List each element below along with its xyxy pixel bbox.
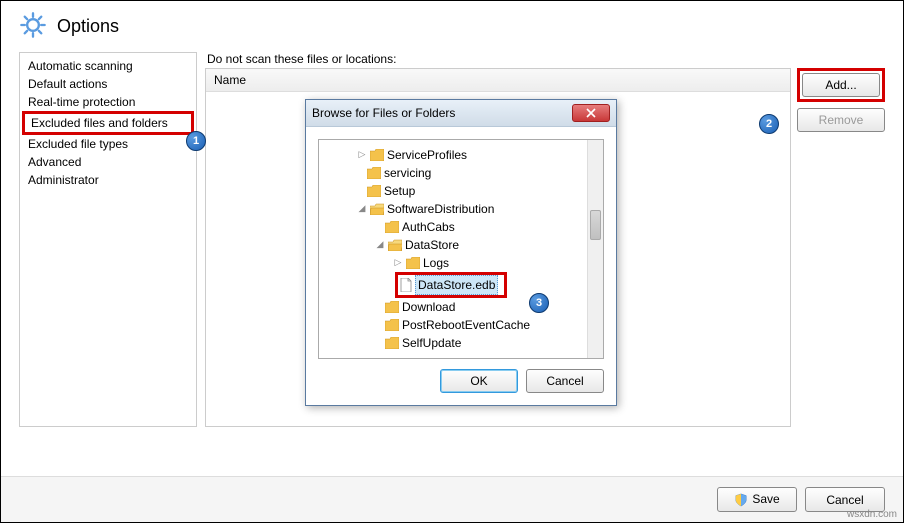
expander-collapse-icon[interactable]: ◢ <box>375 238 385 252</box>
gear-icon <box>19 11 47 42</box>
tree-item-setup[interactable]: Setup <box>323 182 599 200</box>
callout-badge-1: 1 <box>186 131 206 151</box>
close-button[interactable] <box>572 104 610 122</box>
page-title: Options <box>57 16 119 37</box>
folder-icon <box>385 221 399 233</box>
expander-icon[interactable]: ▷ <box>357 148 367 162</box>
section-label: Do not scan these files or locations: <box>205 52 885 66</box>
folder-tree[interactable]: ▷ ServiceProfiles servicing Setup ◢ <box>318 139 604 359</box>
dialog-titlebar[interactable]: Browse for Files or Folders <box>306 100 616 127</box>
dialog-title: Browse for Files or Folders <box>312 106 455 120</box>
sidebar-item-automatic-scanning[interactable]: Automatic scanning <box>22 57 194 75</box>
dialog-cancel-button[interactable]: Cancel <box>526 369 604 393</box>
tree-item-softwaredistribution[interactable]: ◢ SoftwareDistribution <box>323 200 599 218</box>
footnote: wsxdn.com <box>847 509 897 520</box>
folder-open-icon <box>370 203 384 215</box>
tree-item-datastore[interactable]: ◢ DataStore <box>323 236 599 254</box>
folder-icon <box>370 149 384 161</box>
sidebar-item-excluded-files-and-folders[interactable]: Excluded files and folders <box>22 111 194 135</box>
scrollbar[interactable] <box>587 140 603 358</box>
sidebar-item-administrator[interactable]: Administrator <box>22 171 194 189</box>
window-header: Options <box>1 1 903 52</box>
remove-button: Remove <box>797 108 885 132</box>
dialog-body: ▷ ServiceProfiles servicing Setup ◢ <box>306 127 616 405</box>
dialog-button-row: OK Cancel <box>318 369 604 393</box>
sidebar-item-real-time-protection[interactable]: Real-time protection <box>22 93 194 111</box>
save-label: Save <box>752 492 779 506</box>
options-window: Options Automatic scanning Default actio… <box>1 1 903 522</box>
bottom-bar: Save Cancel <box>1 476 903 522</box>
sidebar-item-excluded-file-types[interactable]: Excluded file types <box>22 135 194 153</box>
folder-icon <box>385 337 399 349</box>
tree-item-servicing[interactable]: servicing <box>323 164 599 182</box>
tree-item-authcabs[interactable]: AuthCabs <box>323 218 599 236</box>
folder-icon <box>367 167 381 179</box>
callout-badge-3: 3 <box>529 293 549 313</box>
add-button[interactable]: Add... <box>802 73 880 97</box>
folder-open-icon <box>388 239 402 251</box>
callout-badge-2: 2 <box>759 114 779 134</box>
folder-icon <box>367 185 381 197</box>
sidebar-item-default-actions[interactable]: Default actions <box>22 75 194 93</box>
tree-item-selfupdate[interactable]: SelfUpdate <box>323 334 599 352</box>
ok-button[interactable]: OK <box>440 369 518 393</box>
folder-icon <box>385 301 399 313</box>
save-button[interactable]: Save <box>717 487 797 512</box>
button-column: Add... Remove <box>797 68 885 427</box>
column-header-name[interactable]: Name <box>206 69 790 92</box>
browse-dialog: Browse for Files or Folders ▷ ServicePro… <box>305 99 617 406</box>
sidebar-item-advanced[interactable]: Advanced <box>22 153 194 171</box>
folder-icon <box>385 319 399 331</box>
file-highlight: DataStore.edb <box>395 272 507 298</box>
tree-item-serviceprofiles[interactable]: ▷ ServiceProfiles <box>323 146 599 164</box>
file-icon <box>400 278 412 292</box>
expander-collapse-icon[interactable]: ◢ <box>357 202 367 216</box>
tree-item-postrebooteventcache[interactable]: PostRebootEventCache <box>323 316 599 334</box>
tree-content: ▷ ServiceProfiles servicing Setup ◢ <box>319 140 603 358</box>
tree-item-download[interactable]: Download <box>323 298 599 316</box>
close-icon <box>586 108 596 118</box>
tree-item-datastore-edb[interactable]: DataStore.edb <box>323 272 599 298</box>
tree-item-logs[interactable]: ▷ Logs <box>323 254 599 272</box>
shield-icon <box>734 493 748 507</box>
scrollbar-thumb[interactable] <box>590 210 601 240</box>
folder-icon <box>406 257 420 269</box>
expander-icon[interactable]: ▷ <box>393 256 403 270</box>
sidebar: Automatic scanning Default actions Real-… <box>19 52 197 427</box>
add-highlight: Add... <box>797 68 885 102</box>
